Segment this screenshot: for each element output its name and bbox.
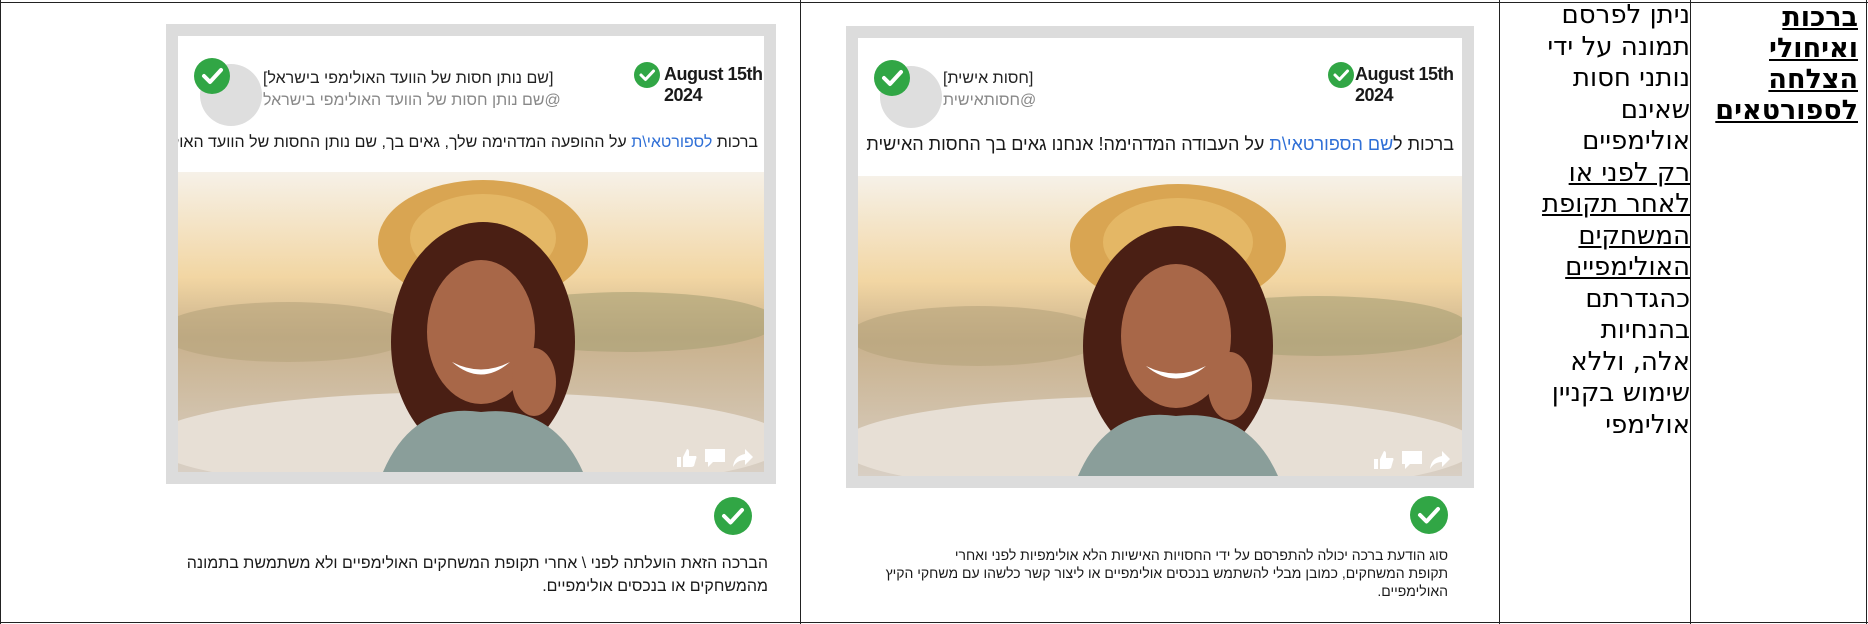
caption-line: סוג הודעת ברכה יכולה להתפרסם על ידי החסו…: [954, 547, 1448, 563]
post-date: August 15th 2024: [664, 64, 763, 105]
rule-line: ניתן לפרסם: [1561, 0, 1690, 30]
caption-line: הברכה הזאת הועלתה לפני \ אחרי תקופת המשח…: [186, 555, 768, 572]
post-text: ברכות לספורטאי\ת על ההופעה המדהימה שלך, …: [178, 134, 758, 152]
title-line: ברכות: [1782, 2, 1858, 33]
post-text: ברכות לשם הספורטאי\ת על העבודה המדהימה! …: [866, 134, 1454, 155]
rule-line: אולימפי: [1605, 409, 1690, 440]
post-date: August 15th 2024: [1355, 64, 1454, 105]
rule-line: אולימפיים: [1582, 126, 1690, 156]
check-circle-icon: [874, 60, 910, 96]
table-bottom-border: [0, 622, 1868, 623]
rule-line-underlined: רק לפני או: [1568, 157, 1690, 188]
rule-line-underlined: לאחר תקופת: [1541, 189, 1690, 219]
category-title: ברכות ואיחולי הצלחה לספורטאים: [1700, 2, 1858, 126]
post-text-suffix: על ההופעה המדהימה שלך, גאים בך, שם נותן …: [178, 134, 627, 151]
post-actions: [1373, 450, 1451, 470]
thumbs-up-icon[interactable]: [1373, 450, 1395, 470]
table-right-border: [1866, 0, 1867, 624]
check-circle-icon: [1328, 62, 1354, 88]
check-circle-icon: [194, 58, 230, 94]
share-icon[interactable]: [1429, 450, 1451, 470]
comment-icon[interactable]: [704, 448, 726, 468]
rule-description: ניתן לפרסם תמונה על ידי נותני חסות שאינם…: [1500, 0, 1690, 441]
post-mockup: [חסות אישית] @חסותאישית August 15th 2024…: [858, 38, 1462, 476]
column-divider-1: [800, 0, 801, 624]
rule-line: אלה, וללא: [1570, 346, 1690, 377]
rule-line: תמונה על ידי: [1547, 31, 1690, 62]
title-line: לספורטאים: [1715, 95, 1858, 126]
sponsor-name: [שם נותן חסות של הוועד האולימפי בישראל]: [263, 70, 554, 87]
athlete-photo: [178, 172, 764, 472]
rule-line: כהגדרתם: [1585, 283, 1690, 314]
sponsor-handle: @חסותאישית: [943, 92, 1037, 109]
caption-line: האולימפיים.: [1377, 583, 1448, 599]
sponsor-handle: @שם נותן חסות של הוועד האולימפי בישראל: [263, 92, 561, 109]
example-caption: הברכה הזאת הועלתה לפני \ אחרי תקופת המשח…: [148, 552, 768, 598]
post-text-prefix: ברכות: [712, 134, 758, 151]
check-circle-icon: [1410, 496, 1448, 534]
document-table: ברכות ואיחולי הצלחה לספורטאים ניתן לפרסם…: [0, 0, 1868, 624]
post-text-prefix: ברכות ל: [1393, 134, 1454, 154]
column-divider-3: [1690, 0, 1691, 624]
caption-line: תקופת המשחקים, כמובן מבלי להשתמש בנכסים …: [885, 565, 1448, 581]
rule-line: שאינם: [1620, 94, 1690, 125]
title-line: הצלחה: [1768, 64, 1858, 95]
rule-line: נותני חסות: [1572, 63, 1690, 93]
table-left-border: [0, 0, 1, 624]
share-icon[interactable]: [732, 448, 754, 468]
post-mockup: [שם נותן חסות של הוועד האולימפי בישראל] …: [178, 36, 764, 472]
title-line: ואיחולי: [1769, 33, 1858, 64]
rule-line: בהנחיות: [1600, 315, 1690, 345]
thumbs-up-icon[interactable]: [676, 448, 698, 468]
sponsor-name: [חסות אישית]: [943, 70, 1034, 87]
caption-line: מהמשחקים או בנכסים אולימפיים.: [542, 578, 768, 595]
rule-line: שימוש בקניין: [1551, 378, 1690, 408]
athlete-name-link[interactable]: שם הספורטאי\ת: [1269, 134, 1393, 154]
post-actions: [676, 448, 754, 468]
post-example-card: [שם נותן חסות של הוועד האולימפי בישראל] …: [166, 24, 776, 484]
check-circle-icon: [634, 62, 660, 88]
example-caption: סוג הודעת ברכה יכולה להתפרסם על ידי החסו…: [848, 546, 1448, 600]
post-text-suffix: על העבודה המדהימה! אנחנו גאים בך החסות ה…: [866, 134, 1270, 154]
comment-icon[interactable]: [1401, 450, 1423, 470]
rule-line-underlined: המשחקים: [1578, 220, 1690, 251]
athlete-photo: [858, 176, 1462, 476]
post-example-card: [חסות אישית] @חסותאישית August 15th 2024…: [846, 26, 1474, 488]
check-circle-icon: [714, 497, 752, 535]
athlete-name-link[interactable]: לספורטאי\ת: [631, 134, 712, 151]
rule-line-underlined: האולימפיים: [1565, 252, 1690, 282]
